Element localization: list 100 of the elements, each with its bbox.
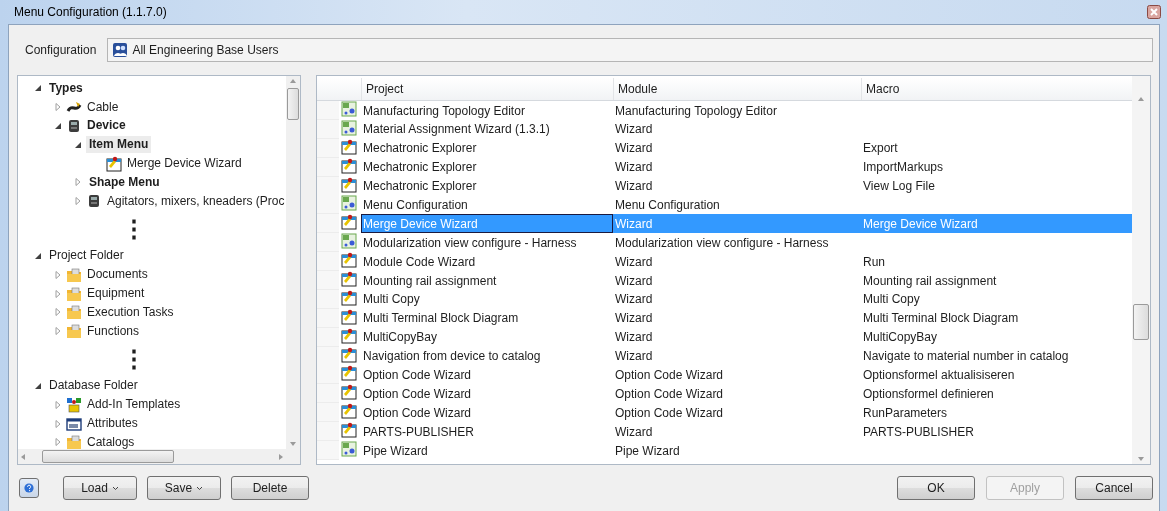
tree-item[interactable]: Database Folder xyxy=(46,377,141,395)
help-button[interactable] xyxy=(19,478,39,498)
table-cell[interactable]: Option Code Wizard xyxy=(613,403,861,423)
table-cell[interactable]: Multi Terminal Block Diagram xyxy=(861,308,1132,328)
table-cell[interactable]: Option Code Wizard xyxy=(613,384,861,404)
table-cell[interactable]: Optionsformel definieren xyxy=(861,384,1132,404)
table-cell[interactable]: Multi Terminal Block Diagram xyxy=(361,308,613,328)
row-header[interactable] xyxy=(317,214,339,234)
table-cell[interactable]: Wizard xyxy=(613,308,861,328)
ellipsis-mark: ⋮ xyxy=(122,343,146,374)
users-icon xyxy=(112,42,129,58)
configuration-label: Configuration xyxy=(25,43,97,57)
tree-item[interactable]: Shape Menu xyxy=(86,173,163,191)
table-cell[interactable]: Mechatronic Explorer xyxy=(361,157,613,177)
action-button[interactable]: Load xyxy=(63,476,137,500)
table-cell[interactable]: Option Code Wizard xyxy=(361,403,613,423)
scrollbar[interactable] xyxy=(286,76,300,449)
tree-item[interactable]: Documents xyxy=(84,266,151,284)
table-cell[interactable]: Multi Copy xyxy=(361,289,613,309)
table-cell[interactable]: Option Code Wizard xyxy=(361,365,613,385)
tree-item[interactable]: Merge Device Wizard xyxy=(124,155,245,173)
table-cell[interactable]: Wizard xyxy=(613,119,861,139)
table-cell[interactable]: Option Code Wizard xyxy=(361,384,613,404)
row-header[interactable] xyxy=(317,403,339,423)
tree-item[interactable]: Catalogs xyxy=(84,433,138,449)
table-cell[interactable]: Modularization view configure - Harness xyxy=(613,233,861,253)
scrollbar[interactable] xyxy=(18,449,286,464)
scrollbar[interactable] xyxy=(1132,76,1150,464)
table-cell[interactable]: PARTS-PUBLISHER xyxy=(861,422,1132,442)
table-cell[interactable]: Wizard xyxy=(613,422,861,442)
tree-item[interactable]: Device xyxy=(84,117,129,135)
table-cell[interactable]: Wizard xyxy=(613,252,861,272)
table-cell[interactable]: Pipe Wizard xyxy=(613,441,861,461)
table-cell[interactable]: Option Code Wizard xyxy=(613,365,861,385)
table-cell[interactable]: Manufacturing Topology Editor xyxy=(613,101,861,120)
row-header[interactable] xyxy=(317,252,339,272)
row-header[interactable] xyxy=(317,384,339,404)
table-cell[interactable]: Menu Configuration xyxy=(613,195,861,215)
table-cell[interactable]: Wizard xyxy=(613,289,861,309)
dialog-button[interactable]: OK xyxy=(897,476,975,500)
table-cell[interactable]: Mounting rail assignment xyxy=(361,271,613,290)
table-cell[interactable]: Mechatronic Explorer xyxy=(361,176,613,196)
table-cell[interactable]: MultiCopyBay xyxy=(361,327,613,347)
table-cell[interactable]: View Log File xyxy=(861,176,1132,196)
table-cell[interactable]: Navigate to material number in catalog xyxy=(861,346,1132,366)
table-cell[interactable]: MultiCopyBay xyxy=(861,327,1132,347)
table-cell[interactable]: PARTS-PUBLISHER xyxy=(361,422,613,442)
scroll-thumb[interactable] xyxy=(1133,304,1149,340)
row-header[interactable] xyxy=(317,195,339,215)
tree-item[interactable]: Agitators, mixers, kneaders (Proc xyxy=(104,192,286,210)
configuration-field[interactable]: All Engineering Base Users xyxy=(107,38,1153,62)
table-cell[interactable]: Wizard xyxy=(613,138,861,158)
tree-item[interactable]: Types xyxy=(46,79,86,97)
row-header[interactable] xyxy=(317,441,339,461)
table-cell[interactable]: Module Code Wizard xyxy=(361,252,613,272)
help-icon xyxy=(24,483,34,493)
window-title: Menu Configuration (1.1.7.0) xyxy=(14,5,168,19)
caret-icon xyxy=(111,485,119,491)
table-cell[interactable]: Optionsformel aktualisiseren xyxy=(861,365,1132,385)
action-button[interactable]: Delete xyxy=(231,476,309,500)
tree-item[interactable]: Execution Tasks xyxy=(84,303,177,321)
table-cell[interactable]: Multi Copy xyxy=(861,289,1132,309)
tree-item[interactable]: Item Menu xyxy=(86,136,152,154)
table-cell[interactable]: Export xyxy=(861,138,1132,158)
column-header[interactable]: Project xyxy=(361,78,613,100)
table-cell[interactable]: ImportMarkups xyxy=(861,157,1132,177)
row-header[interactable] xyxy=(317,365,339,385)
row-header[interactable] xyxy=(317,101,339,120)
scroll-thumb[interactable] xyxy=(42,450,174,463)
tree-item[interactable]: Cable xyxy=(84,98,122,116)
tree-item[interactable]: Project Folder xyxy=(46,247,127,265)
row-header[interactable] xyxy=(317,271,339,290)
dialog-button[interactable]: Cancel xyxy=(1075,476,1153,500)
table-cell[interactable]: Navigation from device to catalog xyxy=(361,346,613,366)
table-cell[interactable]: RunParameters xyxy=(861,403,1132,423)
tree-item[interactable]: Add-In Templates xyxy=(84,396,184,414)
table-cell[interactable]: Wizard xyxy=(613,176,861,196)
table-cell[interactable]: Modularization view configure - Harness xyxy=(361,233,613,253)
table-cell[interactable]: Material Assignment Wizard (1.3.1) xyxy=(361,119,613,139)
table-cell[interactable]: Menu Configuration xyxy=(361,195,613,215)
table-cell[interactable]: Wizard xyxy=(613,346,861,366)
table-cell[interactable]: Run xyxy=(861,252,1132,272)
row-header[interactable] xyxy=(317,422,339,442)
table-cell[interactable]: Wizard xyxy=(613,157,861,177)
column-header[interactable]: Module xyxy=(613,78,861,100)
table-cell[interactable]: Wizard xyxy=(613,271,861,290)
tree-item[interactable]: Attributes xyxy=(84,415,141,433)
caret-icon xyxy=(196,485,204,491)
table-cell[interactable]: Manufacturing Topology Editor xyxy=(361,101,613,120)
table-cell[interactable]: Wizard xyxy=(613,327,861,347)
action-button[interactable]: Save xyxy=(147,476,221,500)
row-header[interactable] xyxy=(317,233,339,253)
table-cell[interactable]: Pipe Wizard xyxy=(361,441,613,461)
configuration-value: All Engineering Base Users xyxy=(132,43,279,57)
scroll-thumb[interactable] xyxy=(287,88,299,120)
ellipsis-mark: ⋮ xyxy=(122,213,146,244)
tree-item[interactable]: Functions xyxy=(84,322,143,340)
table-cell[interactable]: Mechatronic Explorer xyxy=(361,138,613,158)
tree-item[interactable]: Equipment xyxy=(84,285,148,303)
table-cell[interactable]: Mounting rail assignment xyxy=(861,271,1132,290)
